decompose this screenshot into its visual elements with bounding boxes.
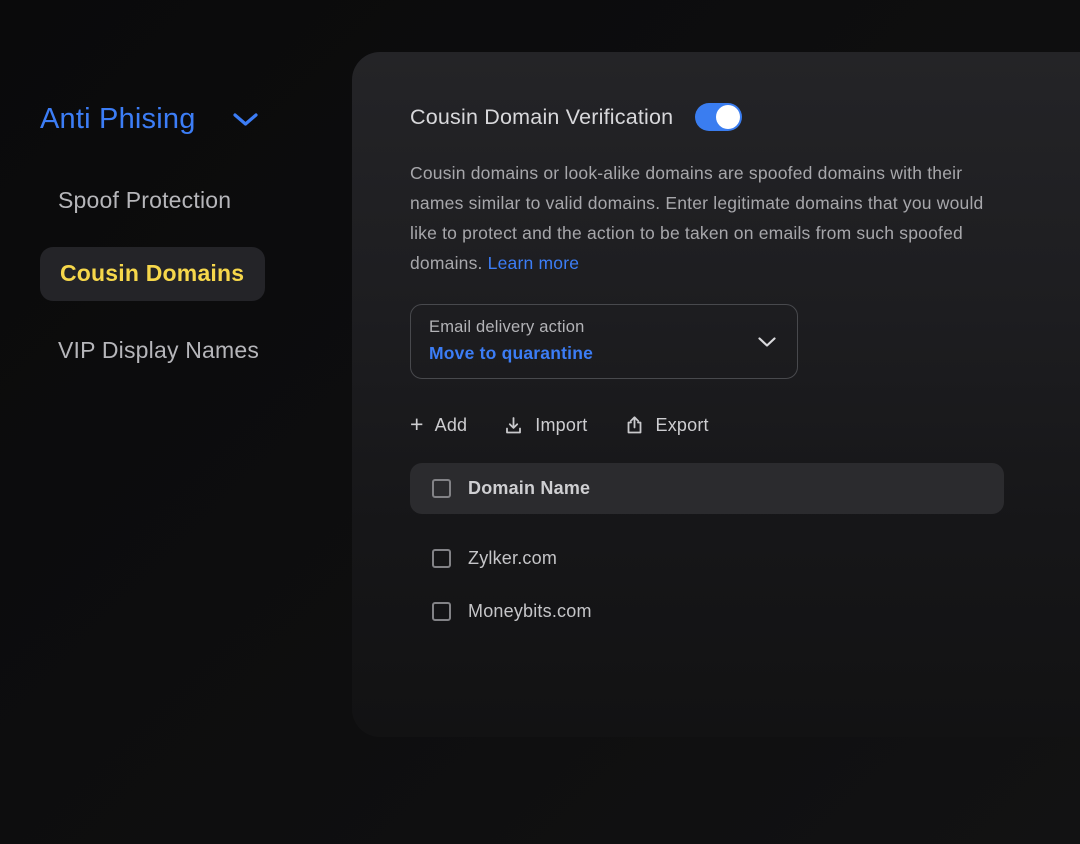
row-checkbox[interactable] xyxy=(432,602,451,621)
toggle-knob xyxy=(716,105,740,129)
sidebar-section-label: Anti Phising xyxy=(40,103,196,136)
domain-cell: Moneybits.com xyxy=(468,601,592,622)
add-button-label: Add xyxy=(435,415,468,436)
chevron-down-icon xyxy=(232,111,259,128)
table-row: Zylker.com xyxy=(410,532,1004,585)
import-button-label: Import xyxy=(535,415,587,436)
chevron-down-icon xyxy=(757,335,777,348)
sidebar-section-anti-phishing[interactable]: Anti Phising xyxy=(40,103,340,136)
cousin-domain-verification-toggle[interactable] xyxy=(695,103,742,131)
description-text: Cousin domains or look-alike domains are… xyxy=(410,158,1014,278)
export-icon xyxy=(624,415,645,436)
domain-cell: Zylker.com xyxy=(468,548,557,569)
sidebar-item-cousin-domains[interactable]: Cousin Domains xyxy=(40,247,265,301)
email-delivery-action-select[interactable]: Email delivery action Move to quarantine xyxy=(410,304,798,379)
table-actions: + Add Import Export xyxy=(410,414,1080,437)
sidebar-item-vip-display-names[interactable]: VIP Display Names xyxy=(58,337,340,364)
import-icon xyxy=(503,415,524,436)
export-button[interactable]: Export xyxy=(624,415,709,436)
dropdown-label: Email delivery action xyxy=(429,318,777,337)
sidebar: Anti Phising Spoof Protection Cousin Dom… xyxy=(40,103,340,364)
export-button-label: Export xyxy=(656,415,709,436)
learn-more-link[interactable]: Learn more xyxy=(488,253,580,273)
panel-title-row: Cousin Domain Verification xyxy=(410,103,1080,131)
table-row: Moneybits.com xyxy=(410,585,1004,638)
sidebar-item-label: Cousin Domains xyxy=(60,260,244,286)
panel-title: Cousin Domain Verification xyxy=(410,105,673,130)
cousin-domains-panel: Cousin Domain Verification Cousin domain… xyxy=(352,52,1080,737)
select-all-checkbox[interactable] xyxy=(432,479,451,498)
table-header-row: Domain Name xyxy=(410,463,1004,514)
sidebar-item-spoof-protection[interactable]: Spoof Protection xyxy=(58,187,340,214)
column-header-domain-name: Domain Name xyxy=(468,478,590,499)
plus-icon: + xyxy=(410,413,424,436)
import-button[interactable]: Import xyxy=(503,415,587,436)
dropdown-selected-value: Move to quarantine xyxy=(429,343,777,364)
sidebar-nav: Spoof Protection Cousin Domains VIP Disp… xyxy=(40,187,340,364)
row-checkbox[interactable] xyxy=(432,549,451,568)
add-button[interactable]: + Add xyxy=(410,414,467,437)
